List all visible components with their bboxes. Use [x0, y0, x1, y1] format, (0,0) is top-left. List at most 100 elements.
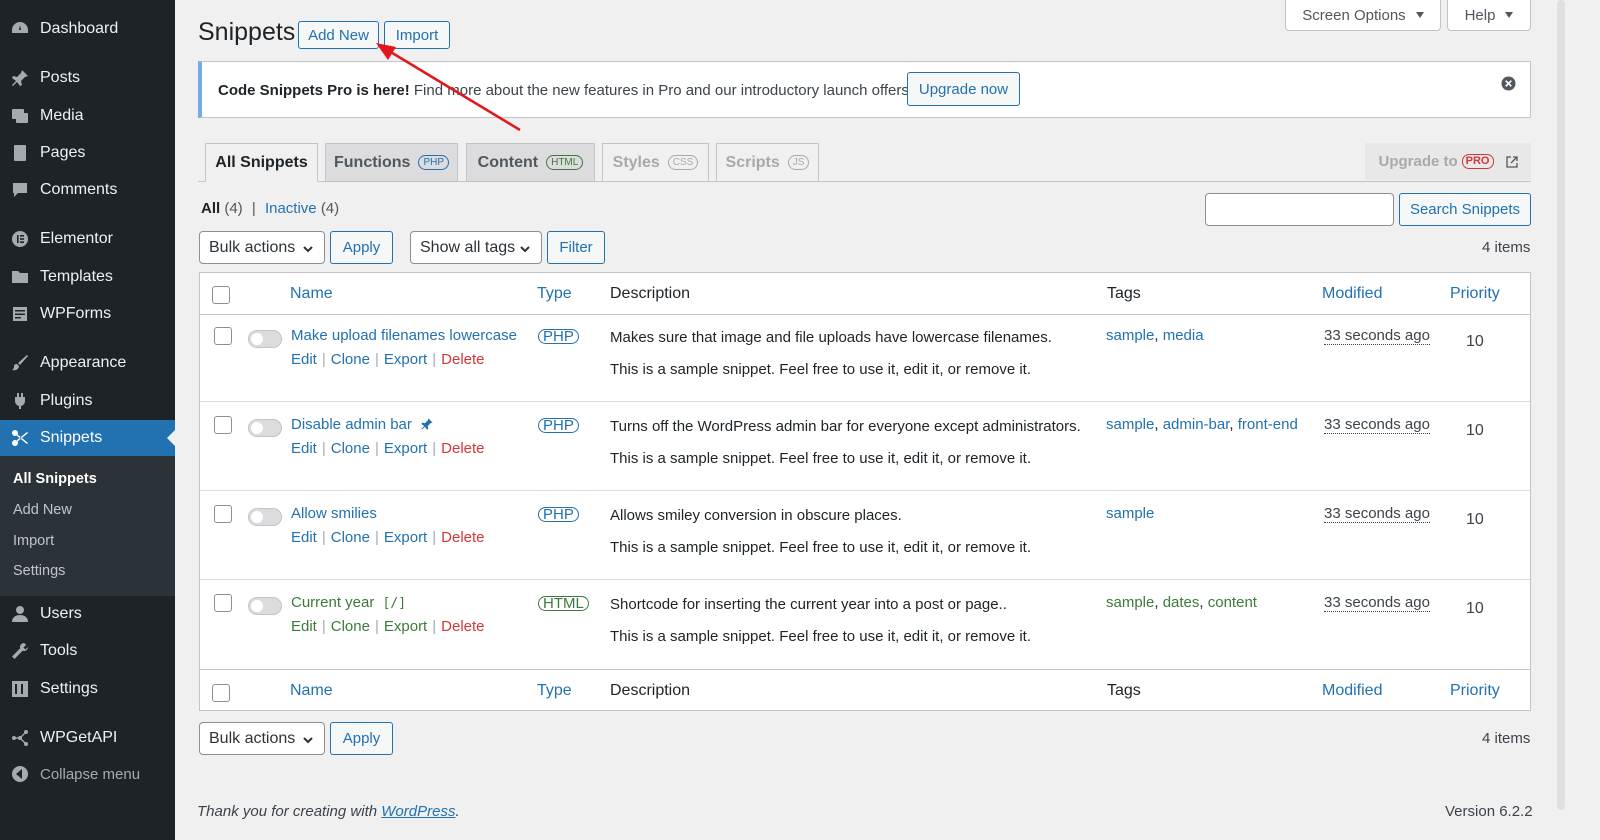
select-all-checkbox[interactable] — [212, 286, 230, 304]
menu-settings[interactable]: Settings — [0, 671, 175, 707]
activate-toggle[interactable] — [248, 597, 282, 615]
priority-value[interactable]: 10 — [1466, 511, 1484, 529]
clone-link[interactable]: Clone — [331, 618, 370, 635]
priority-value[interactable]: 10 — [1466, 333, 1484, 351]
activate-toggle[interactable] — [248, 508, 282, 526]
tab-content[interactable]: Content HTML — [466, 143, 595, 182]
activate-toggle[interactable] — [248, 330, 282, 348]
column-name-header[interactable]: Name — [290, 285, 333, 303]
edit-link[interactable]: Edit — [291, 529, 317, 546]
column-type-header[interactable]: Type — [537, 285, 572, 303]
column-priority-footer[interactable]: Priority — [1450, 682, 1500, 700]
tag-link[interactable]: admin-bar — [1163, 416, 1230, 433]
footer-version: Version 6.2.2 — [1445, 803, 1533, 820]
help-toggle[interactable]: Help — [1447, 0, 1531, 31]
menu-dashboard[interactable]: Dashboard — [0, 11, 175, 47]
snippet-name-link[interactable]: Disable admin bar — [291, 416, 434, 435]
dismiss-icon[interactable] — [1501, 76, 1516, 95]
menu-appearance[interactable]: Appearance — [0, 345, 175, 381]
tag-link[interactable]: sample — [1106, 416, 1154, 433]
menu-wpgetapi[interactable]: WPGetAPI — [0, 720, 175, 756]
delete-link[interactable]: Delete — [441, 618, 484, 635]
delete-link[interactable]: Delete — [441, 351, 484, 368]
menu-comments[interactable]: Comments — [0, 172, 175, 208]
footer-thanks: Thank you for creating with WordPress. — [197, 803, 460, 820]
menu-plugins[interactable]: Plugins — [0, 383, 175, 419]
wordpress-link[interactable]: WordPress — [381, 803, 455, 820]
upgrade-now-button[interactable]: Upgrade now — [907, 72, 1020, 106]
tag-link[interactable]: content — [1208, 594, 1257, 611]
clone-link[interactable]: Clone — [331, 529, 370, 546]
edit-link[interactable]: Edit — [291, 618, 317, 635]
tag-link[interactable]: sample — [1106, 327, 1154, 344]
menu-wpforms[interactable]: WPForms — [0, 296, 175, 332]
submenu-import[interactable]: Import — [13, 533, 54, 549]
apply-button-top[interactable]: Apply — [330, 231, 393, 264]
column-modified-header[interactable]: Modified — [1322, 285, 1382, 303]
activate-toggle[interactable] — [248, 419, 282, 437]
column-name-footer[interactable]: Name — [290, 682, 333, 700]
edit-link[interactable]: Edit — [291, 351, 317, 368]
delete-link[interactable]: Delete — [441, 529, 484, 546]
tag-link[interactable]: media — [1163, 327, 1204, 344]
tag-link[interactable]: dates — [1163, 594, 1200, 611]
bulk-actions-select-top[interactable]: Bulk actions — [199, 231, 325, 264]
add-new-button[interactable]: Add New — [298, 21, 379, 49]
pin-icon — [10, 68, 30, 88]
apply-button-bottom[interactable]: Apply — [330, 722, 393, 755]
snippet-name-link[interactable]: Current year [/] — [291, 594, 406, 611]
tag-link[interactable]: front-end — [1238, 416, 1298, 433]
menu-tools[interactable]: Tools — [0, 633, 175, 669]
tab-all-snippets[interactable]: All Snippets — [205, 143, 318, 182]
scrollbar[interactable] — [1557, 0, 1565, 810]
menu-pages[interactable]: Pages — [0, 135, 175, 171]
column-modified-footer[interactable]: Modified — [1322, 682, 1382, 700]
select-all-checkbox-bottom[interactable] — [212, 684, 230, 702]
menu-users[interactable]: Users — [0, 596, 175, 632]
search-input[interactable] — [1205, 193, 1394, 226]
priority-value[interactable]: 10 — [1466, 422, 1484, 440]
collapse-menu-button[interactable]: Collapse menu — [0, 756, 175, 792]
separator: | — [374, 440, 379, 457]
tag-link[interactable]: sample — [1106, 505, 1154, 522]
column-priority-header[interactable]: Priority — [1450, 285, 1500, 303]
edit-link[interactable]: Edit — [291, 440, 317, 457]
status-all-link[interactable]: All — [201, 200, 220, 217]
row-checkbox[interactable] — [214, 505, 232, 523]
submenu-all-snippets[interactable]: All Snippets — [13, 471, 97, 487]
clone-link[interactable]: Clone — [331, 440, 370, 457]
upgrade-to-pro-link[interactable]: Upgrade to PRO — [1365, 143, 1531, 180]
search-snippets-button[interactable]: Search Snippets — [1399, 193, 1531, 226]
clone-link[interactable]: Clone — [331, 351, 370, 368]
tab-label: Styles — [612, 153, 660, 171]
export-link[interactable]: Export — [384, 529, 427, 546]
menu-posts[interactable]: Posts — [0, 60, 175, 96]
column-type-footer[interactable]: Type — [537, 682, 572, 700]
tab-functions[interactable]: Functions PHP — [325, 143, 458, 182]
menu-elementor[interactable]: Elementor — [0, 221, 175, 257]
priority-value[interactable]: 10 — [1466, 600, 1484, 618]
status-inactive-link[interactable]: Inactive — [265, 200, 317, 217]
export-link[interactable]: Export — [384, 618, 427, 635]
submenu-add-new[interactable]: Add New — [13, 502, 72, 518]
snippet-name-link[interactable]: Make upload filenames lowercase — [291, 327, 517, 344]
submenu-settings[interactable]: Settings — [13, 563, 65, 579]
menu-templates[interactable]: Templates — [0, 259, 175, 295]
export-link[interactable]: Export — [384, 351, 427, 368]
row-checkbox[interactable] — [214, 416, 232, 434]
snippet-name-link[interactable]: Allow smilies — [291, 505, 377, 522]
menu-media[interactable]: Media — [0, 98, 175, 134]
delete-link[interactable]: Delete — [441, 440, 484, 457]
filter-button[interactable]: Filter — [547, 231, 605, 264]
row-checkbox[interactable] — [214, 594, 232, 612]
menu-snippets[interactable]: Snippets — [0, 420, 175, 456]
tab-styles[interactable]: Styles CSS — [602, 143, 709, 182]
export-link[interactable]: Export — [384, 440, 427, 457]
tags-filter-select[interactable]: Show all tags — [410, 231, 542, 264]
bulk-actions-select-bottom[interactable]: Bulk actions — [199, 722, 325, 755]
row-divider — [200, 401, 1530, 402]
row-checkbox[interactable] — [214, 327, 232, 345]
tab-scripts[interactable]: Scripts JS — [716, 143, 819, 182]
screen-options-toggle[interactable]: Screen Options — [1285, 0, 1441, 31]
tag-link[interactable]: sample — [1106, 594, 1154, 611]
